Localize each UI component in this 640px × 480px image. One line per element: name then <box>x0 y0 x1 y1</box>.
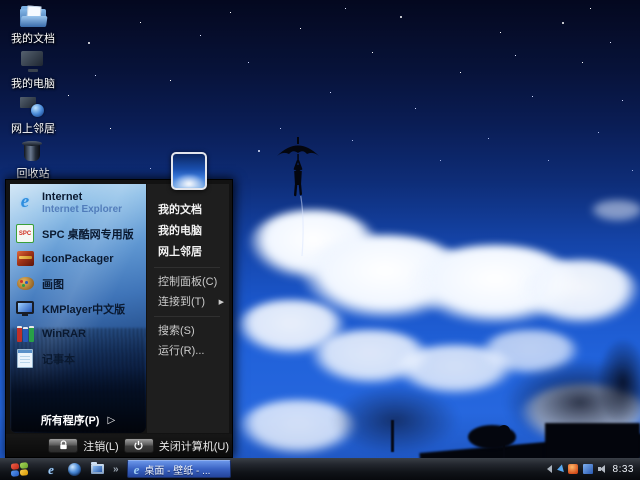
all-programs-arrow-icon: ▷ <box>107 414 116 426</box>
network-places-icon <box>20 96 46 117</box>
start-menu-item-internet[interactable]: e Internet Internet Explorer <box>10 189 146 221</box>
start-menu-item-winrar[interactable]: WinRAR <box>10 321 146 346</box>
hide-tray-icons-arrow[interactable] <box>546 465 552 473</box>
start-menu-pinned-panel: e Internet Internet Explorer SPC SPC 桌酷网… <box>10 184 146 433</box>
lock-icon <box>60 440 67 450</box>
menu-separator <box>154 267 220 268</box>
security-alert-icon[interactable] <box>567 464 578 474</box>
taskbar-clock[interactable]: 8:33 <box>613 464 634 475</box>
iconpackager-icon <box>15 249 35 269</box>
start-button[interactable] <box>0 458 38 480</box>
start-menu-item-my-documents[interactable]: 我的文档 <box>147 200 229 221</box>
tree-silhouette <box>330 385 460 455</box>
start-menu-item-search[interactable]: 搜索(S) <box>147 321 229 341</box>
desktop-icon-network-places[interactable]: 网上邻居 <box>2 96 64 136</box>
shutdown-label: 关闭计算机(U) <box>158 440 229 453</box>
sign-pole-silhouette <box>503 435 505 459</box>
umbrella-figure-silhouette <box>277 137 319 257</box>
desktop-icon-label: 我的文档 <box>11 33 55 45</box>
desktop-icon-my-computer[interactable]: 我的电脑 <box>2 51 64 91</box>
logoff-label: 注销(L) <box>83 440 119 453</box>
my-computer-icon <box>20 51 46 72</box>
start-menu-panels: e Internet Internet Explorer SPC SPC 桌酷网… <box>10 184 229 433</box>
cloud <box>520 260 640 325</box>
submenu-arrow-icon: ▶ <box>218 298 224 306</box>
folder-icon[interactable] <box>90 462 104 476</box>
quick-launch-bar: e » <box>38 462 123 476</box>
internet-explorer-icon: e <box>133 461 140 477</box>
menu-separator <box>154 316 220 317</box>
start-menu-item-run[interactable]: 运行(R)... <box>147 341 229 361</box>
start-menu-places-panel: 我的文档 我的电脑 网上邻居 控制面板(C) 连接到(T) ▶ 搜索(S) 运行… <box>147 184 229 433</box>
system-tray: 8:33 <box>546 464 640 475</box>
media-player-globe-icon[interactable] <box>67 462 81 476</box>
paint-icon <box>15 274 35 294</box>
rooftop-silhouette <box>545 423 640 463</box>
user-avatar[interactable] <box>171 152 207 190</box>
volume-icon[interactable] <box>597 464 608 474</box>
windows-logo-icon <box>10 461 28 477</box>
power-icon <box>134 440 143 450</box>
spc-icon: SPC <box>15 224 35 244</box>
cloud <box>590 200 640 222</box>
start-menu-item-paint[interactable]: 画图 <box>10 271 146 296</box>
desktop-icon-my-documents[interactable]: 我的文档 <box>2 5 64 46</box>
ime-arrow-icon[interactable] <box>555 464 564 474</box>
all-programs-button[interactable]: 所有程序(P) ▷ <box>10 412 146 428</box>
desktop-icon-label: 网上邻居 <box>11 123 55 135</box>
start-menu-item-spc[interactable]: SPC SPC 桌酷网专用版 <box>10 221 146 246</box>
windows-update-icon[interactable] <box>582 464 593 474</box>
start-menu-item-kmplayer[interactable]: KMPlayer中文版 <box>10 296 146 321</box>
recycle-bin-icon <box>20 141 46 162</box>
quick-launch-overflow-chevron[interactable]: » <box>113 464 119 475</box>
kmplayer-icon <box>15 299 35 319</box>
desktop-icon-label: 我的电脑 <box>11 78 55 90</box>
task-button-label: 桌面 - 壁纸 - ... <box>144 465 211 477</box>
logoff-button[interactable] <box>48 438 79 453</box>
notepad-icon <box>15 349 35 369</box>
start-menu-item-control-panel[interactable]: 控制面板(C) <box>147 272 229 292</box>
start-menu-item-notepad[interactable]: 记事本 <box>10 346 146 371</box>
taskbar-task-button[interactable]: e 桌面 - 壁纸 - ... <box>126 460 231 478</box>
start-menu-item-network-places[interactable]: 网上邻居 <box>147 242 229 263</box>
internet-explorer-icon[interactable]: e <box>44 462 58 476</box>
tree-trunk-silhouette <box>391 420 394 452</box>
bright-stars <box>0 0 2 2</box>
start-menu-item-my-computer[interactable]: 我的电脑 <box>147 221 229 242</box>
winrar-icon <box>15 324 35 344</box>
taskbar: e » e 桌面 - 壁纸 - ... 8:33 <box>0 458 640 480</box>
my-documents-icon <box>20 5 48 27</box>
internet-explorer-icon: e <box>20 190 30 212</box>
start-menu-footer: 注销(L) 关闭计算机(U) <box>6 434 232 457</box>
tree-silhouette <box>598 340 640 425</box>
desktop-icon-recycle-bin[interactable]: 回收站 <box>2 141 64 181</box>
start-menu: e Internet Internet Explorer SPC SPC 桌酷网… <box>5 179 233 458</box>
shutdown-button[interactable] <box>123 438 154 453</box>
start-menu-item-iconpackager[interactable]: IconPackager <box>10 246 146 271</box>
start-menu-item-connect-to[interactable]: 连接到(T) ▶ <box>147 292 229 312</box>
